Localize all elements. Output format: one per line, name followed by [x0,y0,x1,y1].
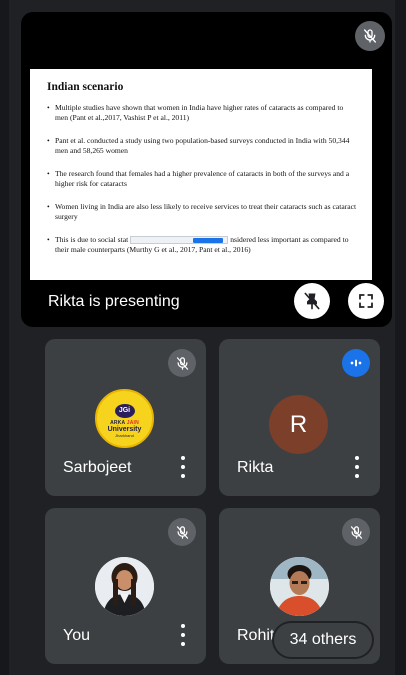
participant-name: Sarbojeet [63,459,132,476]
speaking-icon [342,349,370,377]
avatar [95,557,154,616]
avatar: JGi ARKA JAIN University Jharkhand [95,389,154,448]
logo-text: University [107,425,142,433]
pin-off-icon [304,292,320,310]
slide-bullet: Pant et al. conducted a study using two … [47,136,358,156]
participant-tile[interactable]: You [45,508,206,664]
mic-off-icon [168,349,196,377]
more-options-button[interactable] [178,456,188,478]
avatar: R [269,395,328,454]
slide-bullet: This is due to social statnsidered less … [47,235,358,255]
slide-bullet: The research found that females had a hi… [47,169,358,189]
slide-bullet: Women living in India are also less like… [47,202,358,222]
participant-name: Rikta [237,459,274,476]
popup-button [193,238,224,244]
avatar [270,557,329,616]
participant-tile[interactable]: R Rikta [219,339,380,496]
fullscreen-icon [359,294,373,308]
more-options-button[interactable] [352,456,362,478]
others-button[interactable]: 34 others [274,623,372,657]
mic-off-icon[interactable] [355,21,385,51]
mic-off-icon [342,518,370,546]
presenter-label: Rikta is presenting [48,293,180,310]
presentation-tile[interactable]: Indian scenario Multiple studies have sh… [21,12,392,327]
participant-tile[interactable]: JGi ARKA JAIN University Jharkhand Sarbo… [45,339,206,496]
mic-off-icon [168,518,196,546]
slide-bullet: Multiple studies have shown that women i… [47,103,358,123]
university-logo: JGi [114,403,135,418]
more-options-button[interactable] [178,624,188,646]
slide-bullet-start: This is due to social stat [55,235,129,244]
slide-bullets: Multiple studies have shown that women i… [47,103,358,255]
participant-name: You [63,627,90,644]
presentation-slide: Indian scenario Multiple studies have sh… [30,69,372,280]
unpin-button[interactable] [294,283,330,319]
fullscreen-button[interactable] [348,283,384,319]
logo-text: Jharkhand [115,432,134,438]
share-notification-popup [130,236,229,245]
participant-name: Rohit [237,627,275,644]
slide-title: Indian scenario [47,81,124,93]
